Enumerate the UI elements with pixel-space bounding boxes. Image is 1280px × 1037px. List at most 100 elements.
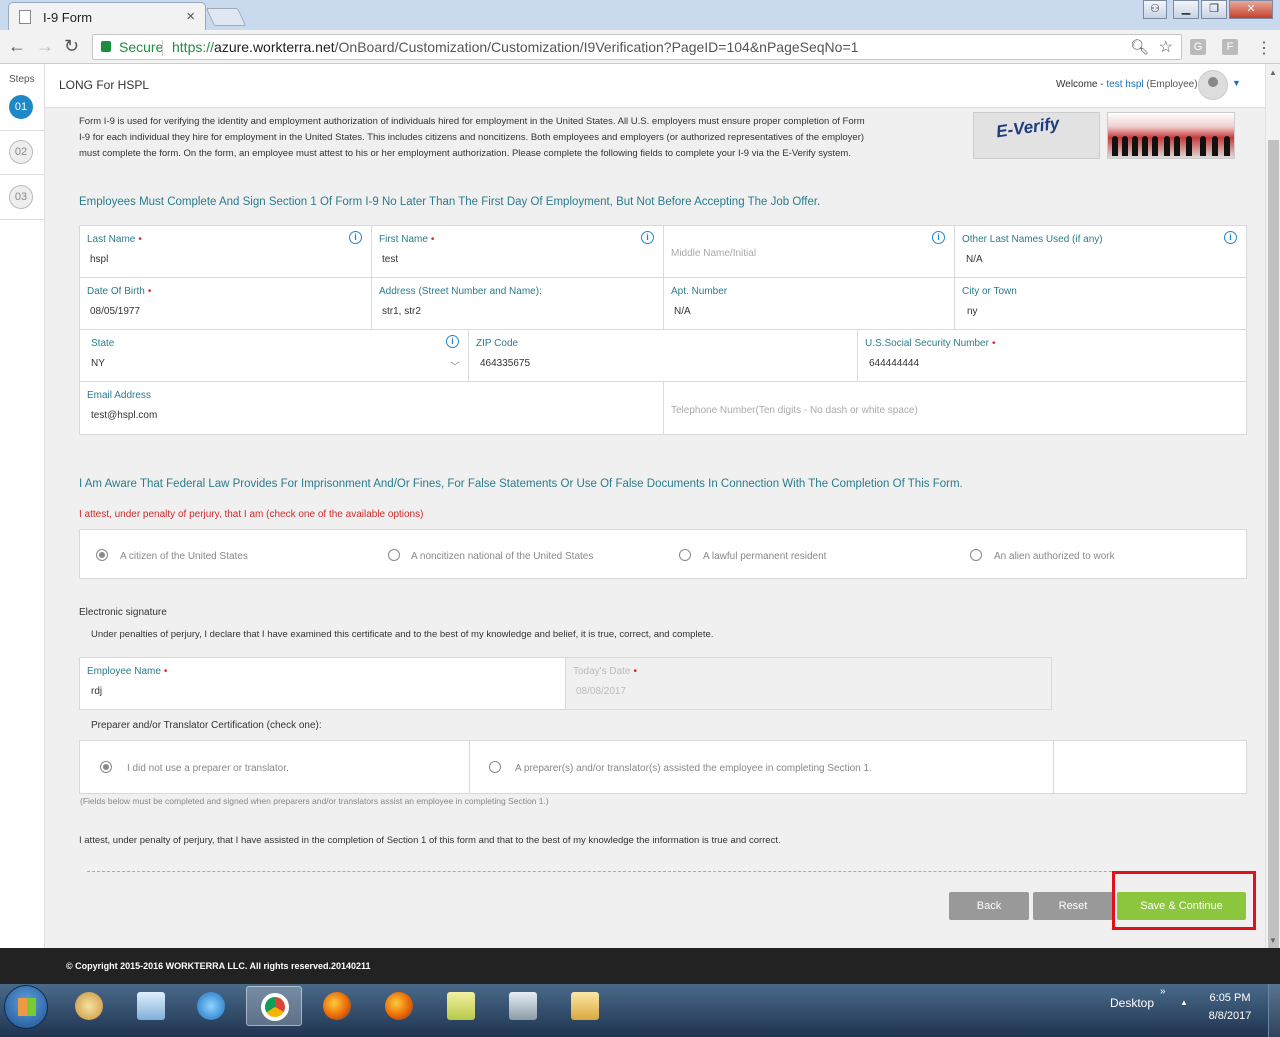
notepad-app-icon[interactable] [123, 986, 179, 1026]
folder-app-icon[interactable] [557, 986, 613, 1026]
toolbar-expand-icon[interactable]: » [1160, 986, 1166, 997]
extension-icon[interactable]: F [1222, 39, 1238, 55]
close-window-icon[interactable]: ✕ [1229, 0, 1273, 19]
lock-icon [101, 41, 111, 52]
first-name-field[interactable]: First Name • test i [372, 226, 664, 278]
apt-number-field[interactable]: Apt. Number N/A [664, 278, 955, 330]
extension-g-icon[interactable]: G [1190, 39, 1206, 55]
copyright-text: © Copyright 2015-2016 WORKTERRA LLC. All… [66, 961, 371, 971]
last-name-field[interactable]: Last Name • hspl i [80, 226, 372, 278]
field-label: Apt. Number [671, 286, 728, 297]
divider [0, 174, 45, 175]
maximize-icon[interactable]: ❐ [1201, 0, 1227, 19]
field-value: 08/05/1977 [90, 306, 141, 317]
field-value: 644444444 [869, 358, 920, 369]
zip-field[interactable]: ZIP Code 464335675 [469, 330, 858, 382]
divider [0, 219, 45, 220]
citizenship-options: A citizen of the United States A nonciti… [79, 529, 1247, 579]
preparer-option-assisted[interactable]: A preparer(s) and/or translator(s) assis… [470, 741, 1054, 793]
url-host: azure.workterra.net [214, 39, 335, 55]
radio-no-preparer[interactable] [100, 761, 112, 773]
desktop-toolbar-label[interactable]: Desktop [1110, 996, 1154, 1010]
url-path: /OnBoard/Customization/Customization/I9V… [334, 39, 859, 55]
scrollbar-thumb[interactable] [1268, 140, 1279, 1028]
step-02[interactable]: 02 [9, 140, 33, 164]
ie-browser-icon[interactable] [183, 986, 239, 1026]
info-icon[interactable]: i [349, 231, 362, 244]
scroll-up-icon[interactable]: ▲ [1269, 68, 1277, 77]
telephone-field[interactable]: Telephone Number(Ten digits - No dash or… [664, 382, 1247, 435]
field-label: U.S.Social Security Number • [865, 338, 996, 349]
ssn-field[interactable]: U.S.Social Security Number • 644444444 [858, 330, 1247, 382]
system-clock[interactable]: 6:05 PM 8/8/2017 [1200, 989, 1260, 1025]
scroll-down-icon[interactable]: ▼ [1269, 936, 1277, 945]
reset-button[interactable]: Reset [1033, 892, 1113, 920]
avatar[interactable] [1198, 70, 1228, 100]
browser-tab[interactable]: I-9 Form × [8, 2, 206, 30]
firefox-icon[interactable] [309, 986, 365, 1026]
employee-name-field[interactable]: Employee Name • rdj [80, 658, 566, 709]
step-01[interactable]: 01 [9, 95, 33, 119]
chrome-browser-icon[interactable] [246, 986, 302, 1026]
dob-field[interactable]: Date Of Birth • 08/05/1977 [80, 278, 372, 330]
radio-permanent-resident[interactable] [679, 549, 691, 561]
divider [87, 871, 1247, 872]
field-label: ZIP Code [476, 338, 519, 349]
field-label: Address (Street Number and Name): [379, 286, 542, 297]
address-field[interactable]: Address (Street Number and Name): str1, … [372, 278, 664, 330]
menu-icon[interactable]: ⋮ [1256, 38, 1272, 58]
user-name-link[interactable]: test hspl [1106, 79, 1143, 90]
page-footer: © Copyright 2015-2016 WORKTERRA LLC. All… [0, 948, 1280, 984]
windows-taskbar: Desktop » ▲ 6:05 PM 8/8/2017 [0, 984, 1280, 1037]
option-label: A preparer(s) and/or translator(s) assis… [515, 763, 872, 774]
forward-arrow-icon[interactable]: → [36, 36, 54, 56]
new-tab-button[interactable] [205, 8, 247, 26]
reload-icon[interactable]: ↻ [64, 36, 79, 56]
field-value: 08/08/2017 [576, 686, 627, 697]
option-label: An alien authorized to work [994, 551, 1115, 562]
radio-noncitizen-national[interactable] [388, 549, 400, 561]
tab-close-icon[interactable]: × [186, 8, 195, 25]
radio-alien-authorized[interactable] [970, 549, 982, 561]
address-bar[interactable]: Secure https://azure.workterra.net/OnBoa… [92, 34, 1182, 60]
clock-date: 8/8/2017 [1208, 1010, 1252, 1022]
url-scheme: https:// [172, 39, 215, 55]
field-label: Today's Date • [573, 666, 638, 677]
field-label: State [91, 338, 115, 349]
step-03[interactable]: 03 [9, 185, 33, 209]
field-placeholder: Telephone Number(Ten digits - No dash or… [671, 405, 918, 416]
chevron-down-icon[interactable]: ▼ [1232, 78, 1241, 88]
user-profile-icon[interactable]: ⚇ [1143, 0, 1167, 19]
firefox-icon[interactable] [371, 986, 427, 1026]
start-button[interactable] [4, 985, 48, 1029]
preparer-title: Preparer and/or Translator Certification… [91, 720, 322, 731]
document-icon [19, 10, 31, 24]
info-icon[interactable]: i [446, 335, 459, 348]
city-field[interactable]: City or Town ny [955, 278, 1247, 330]
middle-name-field[interactable]: Middle Name/Initial i [664, 226, 955, 278]
radio-preparer-assisted[interactable] [489, 761, 501, 773]
minimize-icon[interactable]: ▁ [1173, 0, 1199, 19]
back-arrow-icon[interactable]: ← [8, 36, 26, 56]
info-icon[interactable]: i [1224, 231, 1237, 244]
search-icon[interactable]: 🔍︎ [1130, 38, 1149, 56]
highlight-box [1112, 871, 1256, 930]
preparer-option-none[interactable]: I did not use a preparer or translator. [80, 741, 470, 793]
bookmark-star-icon[interactable]: ☆ [1159, 37, 1173, 57]
info-icon[interactable]: i [641, 231, 654, 244]
back-button[interactable]: Back [949, 892, 1029, 920]
field-label: Last Name • [87, 234, 142, 245]
field-value: NY [91, 358, 105, 369]
other-last-names-field[interactable]: Other Last Names Used (if any) N/A i [955, 226, 1247, 278]
tray-expand-icon[interactable]: ▲ [1180, 998, 1188, 1007]
calculator-app-icon[interactable] [495, 986, 551, 1026]
page-scrollbar[interactable]: ▲ ▼ [1265, 64, 1280, 1028]
state-select[interactable]: State NY i ﹀ [80, 330, 469, 382]
field-value: rdj [91, 686, 103, 697]
show-desktop-button[interactable] [1268, 984, 1280, 1037]
sticky-notes-icon[interactable] [433, 986, 489, 1026]
email-field[interactable]: Email Address test@hspl.com [80, 382, 664, 435]
paint-app-icon[interactable] [61, 986, 117, 1026]
radio-citizen[interactable] [96, 549, 108, 561]
info-icon[interactable]: i [932, 231, 945, 244]
